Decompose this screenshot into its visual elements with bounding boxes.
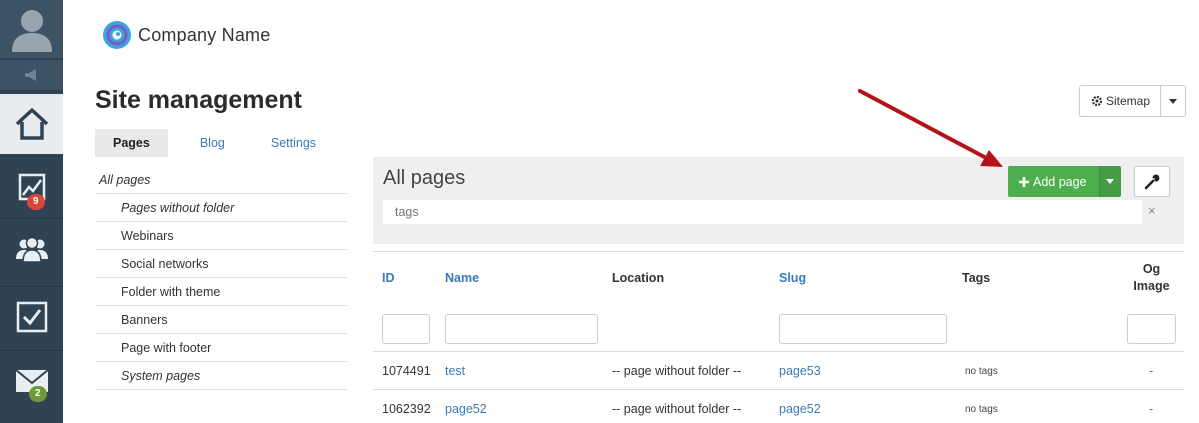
add-page-button[interactable]: Add page <box>1008 166 1099 197</box>
settings-wrench-button[interactable] <box>1134 166 1170 197</box>
table-row: 1074491 test -- page without folder -- p… <box>373 352 1184 390</box>
column-header-slug[interactable]: Slug <box>779 252 806 304</box>
checkbox-icon <box>16 301 47 332</box>
company-logo[interactable]: Company Name <box>102 20 270 50</box>
sound-button[interactable] <box>0 60 63 90</box>
folder-item-folder-with-theme[interactable]: Folder with theme <box>95 278 347 306</box>
row-slug-link[interactable]: page52 <box>779 390 821 423</box>
row-og-image: - <box>1149 402 1154 416</box>
row-tags: no tags <box>965 403 998 415</box>
caret-down-icon <box>1106 179 1115 184</box>
row-location: -- page without folder -- <box>612 402 742 416</box>
clear-tags-button[interactable]: × <box>1148 203 1156 218</box>
icon-sidebar: 9 2 <box>0 0 63 423</box>
folder-item-page-with-footer[interactable]: Page with footer <box>95 334 347 362</box>
notification-badge: 9 <box>27 194 45 210</box>
avatar[interactable] <box>0 0 63 58</box>
user-avatar-icon <box>11 10 52 52</box>
sidebar-item-tasks[interactable] <box>0 286 63 346</box>
sidebar-item-users[interactable] <box>0 218 63 278</box>
tags-filter-input[interactable] <box>383 200 1142 224</box>
section-tabs: Pages Blog Settings <box>95 129 334 157</box>
pages-panel-header: All pages Add page × <box>373 157 1184 244</box>
folder-item-social-networks[interactable]: Social networks <box>95 250 347 278</box>
name-filter-input[interactable] <box>445 314 598 344</box>
row-tags: no tags <box>965 365 998 377</box>
caret-down-icon <box>1169 98 1178 104</box>
wrench-icon <box>1144 174 1160 189</box>
row-id: 1074491 <box>382 364 431 378</box>
folder-item-webinars[interactable]: Webinars <box>95 222 347 250</box>
row-id: 1062392 <box>382 402 431 416</box>
column-header-location: Location <box>612 271 665 285</box>
sitemap-dropdown-toggle[interactable] <box>1161 85 1187 117</box>
folder-item-system-pages[interactable]: System pages <box>95 362 347 390</box>
column-header-og-image: Og Image <box>1133 262 1170 293</box>
row-og-image: - <box>1149 364 1154 378</box>
add-page-button-group: Add page <box>1008 166 1121 197</box>
add-page-label: Add page <box>1033 174 1087 189</box>
company-name: Company Name <box>138 24 271 45</box>
sidebar-item-home[interactable] <box>0 94 63 154</box>
column-header-name[interactable]: Name <box>445 252 479 304</box>
slug-filter-input[interactable] <box>779 314 947 344</box>
megaphone-icon <box>24 69 36 81</box>
panel-title: All pages <box>383 167 466 189</box>
gear-icon <box>1091 95 1103 107</box>
og-image-filter-input[interactable] <box>1127 314 1176 344</box>
table-filter-row <box>373 304 1184 352</box>
row-slug-link[interactable]: page53 <box>779 352 821 390</box>
notification-badge: 2 <box>29 386 47 402</box>
users-icon <box>15 236 48 263</box>
sidebar-item-stats[interactable]: 9 <box>0 156 63 216</box>
table-header-row: ID Name Location Slug Tags Og Image <box>373 252 1184 304</box>
sitemap-label: Sitemap <box>1106 94 1151 108</box>
spiral-logo-icon <box>103 21 131 49</box>
table-row: 1062392 page52 -- page without folder --… <box>373 390 1184 423</box>
row-name-link[interactable]: page52 <box>445 390 487 423</box>
folder-item-pages-without-folder[interactable]: Pages without folder <box>95 194 347 222</box>
tab-blog[interactable]: Blog <box>182 129 243 157</box>
row-name-link[interactable]: test <box>445 352 465 390</box>
add-page-dropdown-toggle[interactable] <box>1098 166 1121 197</box>
sitemap-button-group: Sitemap <box>1079 85 1187 117</box>
column-header-tags: Tags <box>962 271 991 285</box>
sitemap-button[interactable]: Sitemap <box>1079 85 1162 117</box>
id-filter-input[interactable] <box>382 314 430 344</box>
column-header-id[interactable]: ID <box>382 252 395 304</box>
sidebar-item-mail[interactable]: 2 <box>0 350 63 410</box>
folder-list: All pages Pages without folder Webinars … <box>95 166 347 390</box>
tab-settings[interactable]: Settings <box>253 129 334 157</box>
plus-icon <box>1019 176 1029 187</box>
row-location: -- page without folder -- <box>612 364 742 378</box>
folder-item-all-pages[interactable]: All pages <box>95 166 347 194</box>
pages-table: ID Name Location Slug Tags Og Image 1074… <box>373 251 1184 423</box>
folder-item-banners[interactable]: Banners <box>95 306 347 334</box>
tab-pages[interactable]: Pages <box>95 129 168 157</box>
home-icon <box>15 108 48 140</box>
page-title: Site management <box>95 86 303 114</box>
